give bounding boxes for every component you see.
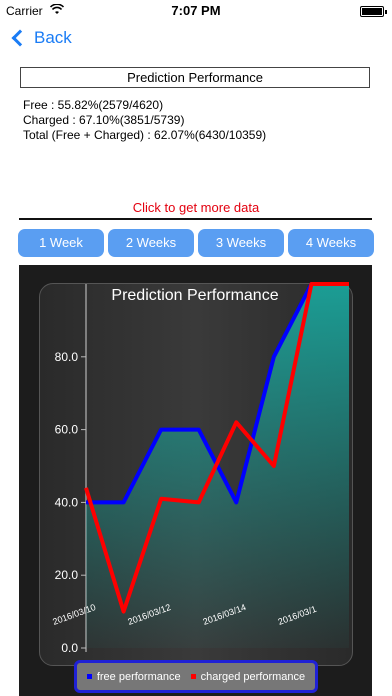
four-weeks-button[interactable]: 4 Weeks [288,229,374,257]
clock: 7:07 PM [171,3,221,18]
free-stat: Free : 55.82%(2579/4620) [23,98,164,112]
back-label: Back [34,28,72,47]
y-tick-label-0: 0.0 [61,641,78,655]
y-tick-label-3: 60.0 [55,423,79,437]
two-weeks-button[interactable]: 2 Weeks [108,229,194,257]
chart-title: Prediction Performance [111,287,278,304]
week-selector: 1 Week 2 Weeks 3 Weeks 4 Weeks [18,229,374,257]
battery-icon [360,6,387,17]
page-title: Prediction Performance [20,67,370,88]
y-tick-label-4: 80.0 [55,350,79,364]
navigation-bar: Back [0,22,392,62]
stats-block: Free : 55.82%(2579/4620) Charged : 67.10… [23,98,266,143]
performance-chart: Prediction Performance 0.0 20.0 40.0 60.0 80.… [51,282,349,655]
total-stat: Total (Free + Charged) : 62.07%(6430/103… [23,128,267,142]
one-week-button[interactable]: 1 Week [18,229,104,257]
y-tick-label-1: 20.0 [55,568,79,582]
more-data-link[interactable]: Click to get more data [0,200,392,215]
legend-item-free: free performance [86,670,181,683]
legend-label-free: free performance [96,670,181,683]
y-tick-label-2: 40.0 [55,495,79,509]
free-swatch [86,674,92,679]
three-weeks-button[interactable]: 3 Weeks [198,229,284,257]
divider [19,218,372,220]
charged-swatch [190,674,196,679]
legend-label-charged: charged performance [200,670,306,683]
legend-item-charged: charged performance [190,670,306,683]
back-button[interactable]: Back [10,28,72,48]
chart-legend: free performance charged performance [74,660,318,693]
status-bar: Carrier 7:07 PM [0,0,392,22]
chevron-left-icon [11,29,29,47]
charged-stat: Charged : 67.10%(3851/5739) [23,113,185,127]
